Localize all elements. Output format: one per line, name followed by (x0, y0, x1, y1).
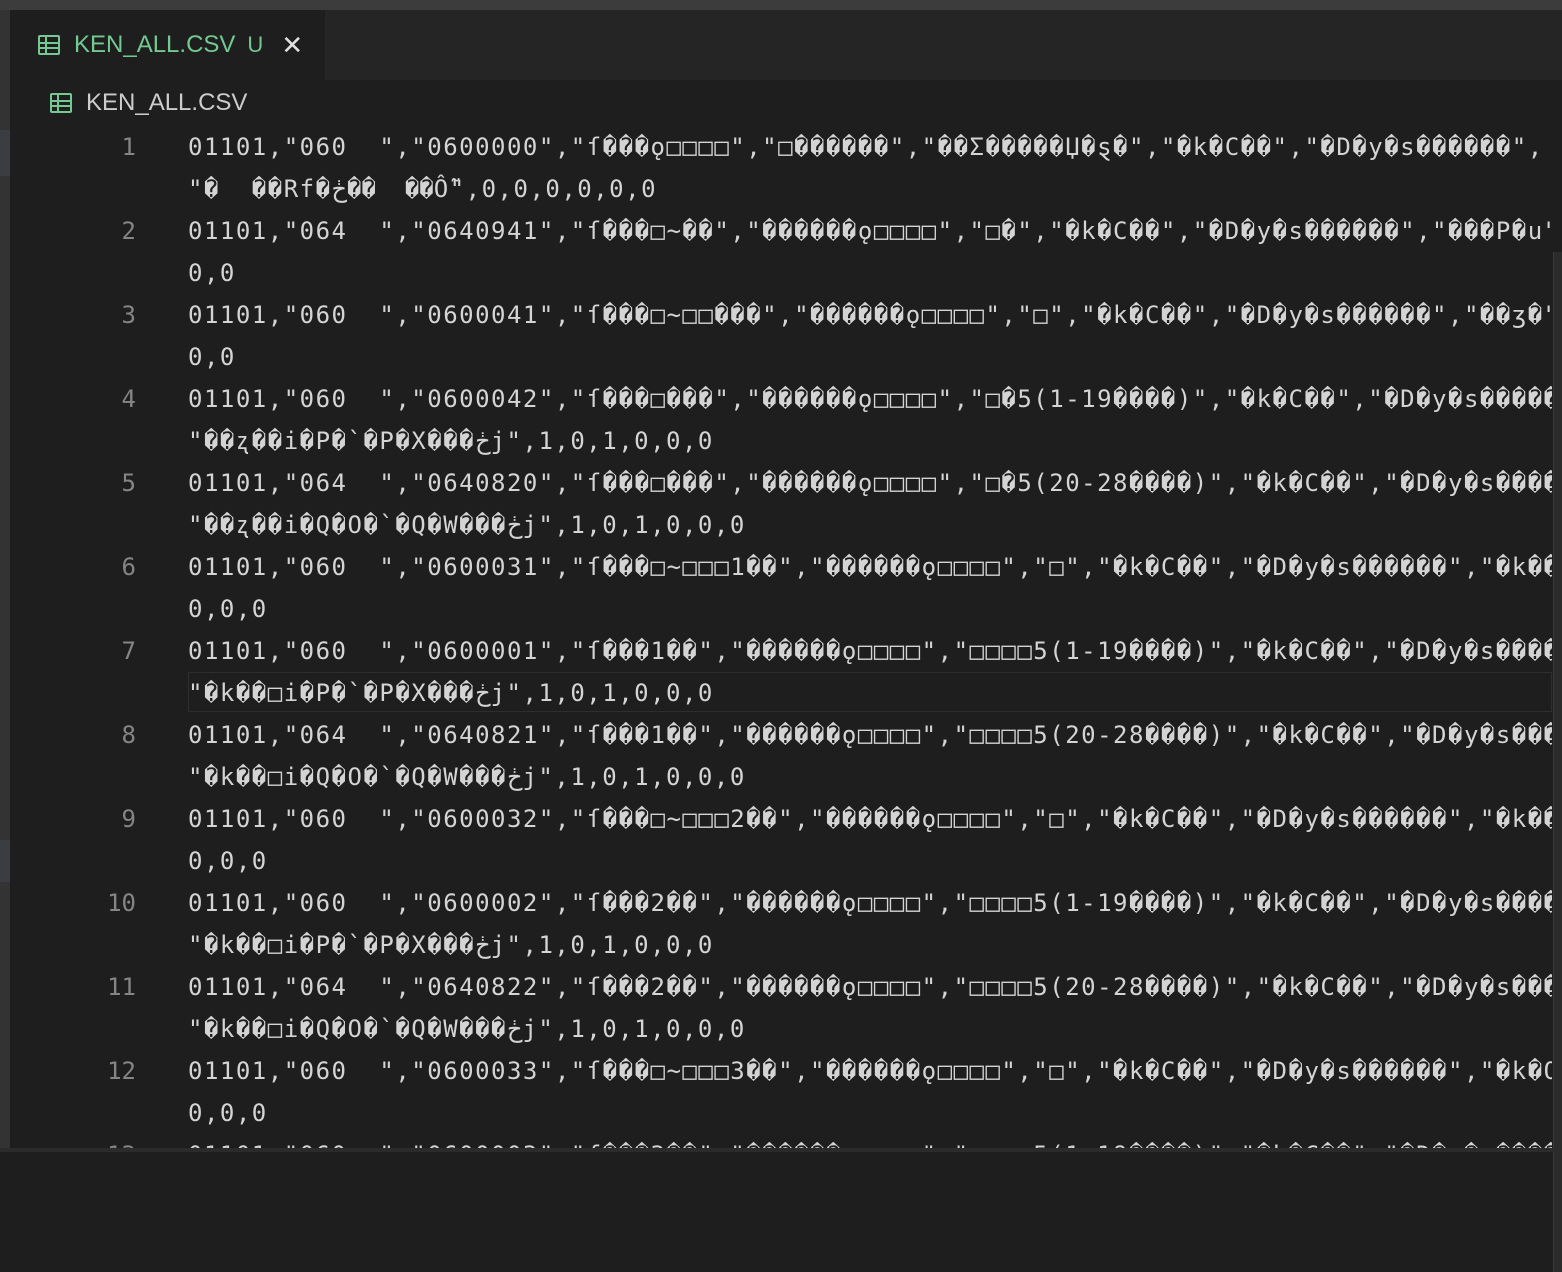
line-number: 5 (121, 469, 136, 497)
line-number: 6 (121, 553, 136, 581)
code-line: 4 01101,"060 ","0600042","ſ���□���","����… (10, 378, 1552, 462)
line-number: 2 (121, 217, 136, 245)
line-text-wrap: "�k��□i�P�`�P�X���ڂj",1,0,1,0,0,0 (188, 931, 714, 959)
tab-ken-all-csv[interactable]: KEN_ALL.CSV U ✕ (10, 10, 325, 80)
line-text[interactable]: 01101,"060 ","0600031","ſ���□~□□□1��","�… (188, 546, 1552, 630)
line-text[interactable]: 01101,"064 ","0640821","ſ���1��","������… (188, 714, 1552, 798)
line-text[interactable]: 01101,"060 ","0600032","ſ���□~□□□2��","�… (188, 798, 1552, 882)
code-line: 5 01101,"064 ","0640820","ſ���□���","����… (10, 462, 1552, 546)
line-text-main: 01101,"060 ","0600042","ſ���□���","�����… (188, 385, 1552, 413)
activity-edge (0, 10, 10, 1152)
line-text-main: 01101,"064 ","0640820","ſ���□���","�����… (188, 469, 1552, 497)
line-number: 4 (121, 385, 136, 413)
line-number: 12 (107, 1057, 136, 1085)
breadcrumb-file[interactable]: KEN_ALL.CSV (86, 89, 247, 117)
line-text-main: 01101,"060 ","0600031","ſ���□~□□□1��","�… (188, 553, 1552, 581)
line-text-main: 01101,"060 ","0600000","ſ���ǫ□□□□","□���… (188, 133, 1544, 161)
line-text-main: 01101,"064 ","0640941","ſ���□~��","�����… (188, 217, 1552, 245)
line-text-wrap: 0,0 (188, 259, 236, 287)
line-text-main: 01101,"060 ","0600033","ſ���□~□□□3��","�… (188, 1057, 1552, 1085)
code-line: 11 01101,"064 ","0640822","ſ���2��","����… (10, 966, 1552, 1050)
line-text-main: 01101,"064 ","0640821","ſ���1��","������… (188, 721, 1552, 749)
code-line: 12 01101,"060 ","0600033","ſ���□~□□□3��",… (10, 1050, 1552, 1134)
code-line: 3 01101,"060 ","0600041","ſ���□~□□���","�… (10, 294, 1552, 378)
code-editor[interactable]: 1 01101,"060 ","0600000","ſ���ǫ□□□□","□��… (10, 126, 1552, 1152)
line-text-wrap: "�k��□i�Q�O�`�Q�W���ڂj",1,0,1,0,0,0 (188, 763, 746, 791)
line-text-main: 01101,"064 ","0640822","ſ���2��","������… (188, 973, 1552, 1001)
scrollbar-thumb[interactable] (1553, 252, 1562, 1272)
line-text[interactable]: 01101,"064 ","0640822","ſ���2��","������… (188, 966, 1552, 1050)
line-text-main: 01101,"060 ","0600041","ſ���□~□□���","��… (188, 301, 1552, 329)
line-text-main: 01101,"060 ","0600001","ſ���1��","������… (188, 637, 1552, 665)
line-number: 7 (121, 637, 136, 665)
line-text-wrap: "�k��□i�Q�O�`�Q�W���ڂj",1,0,1,0,0,0 (188, 1015, 746, 1043)
untracked-badge: U (247, 32, 264, 57)
line-number: 10 (107, 889, 136, 917)
line-number: 3 (121, 301, 136, 329)
line-text[interactable]: 01101,"060 ","0600033","ſ���□~□□□3��","�… (188, 1050, 1552, 1134)
line-text-wrap: 0,0,0 (188, 1099, 268, 1127)
line-text[interactable]: 01101,"060 ","0600000","ſ���ǫ□□□□","□���… (188, 126, 1552, 210)
line-number: 1 (121, 133, 136, 161)
line-text-wrap: 0,0,0 (188, 595, 268, 623)
code-line-current: 7 01101,"060 ","0600001","ſ���1��","�����… (10, 630, 1552, 714)
code-line: 9 01101,"060 ","0600032","ſ���□~□□□2��","… (10, 798, 1552, 882)
line-text[interactable]: 01101,"064 ","0640820","ſ���□���","�����… (188, 462, 1552, 546)
close-icon[interactable]: ✕ (281, 32, 303, 58)
line-text-main: 01101,"060 ","0600002","ſ���2��","������… (188, 889, 1552, 917)
line-text-wrap: 0,0,0 (188, 847, 268, 875)
line-text[interactable]: 01101,"060 ","0600001","ſ���1��","������… (188, 630, 1552, 714)
line-text-main: 01101,"060 ","0600032","ſ���□~□□□2��","�… (188, 805, 1552, 833)
table-file-icon (38, 35, 60, 55)
line-text[interactable]: 01101,"064 ","0640941","ſ���□~��","�����… (188, 210, 1552, 294)
gutter-marker (0, 840, 10, 882)
line-text-wrap: "��ʐ��i�P�`�P�X���ڂj",1,0,1,0,0,0 (188, 427, 714, 455)
line-text-wrap: "� ��Rf�ڂ�� ��Ỗ",0,0,0,0,0,0 (188, 175, 658, 203)
code-line: 6 01101,"060 ","0600031","ſ���□~□□□1��","… (10, 546, 1552, 630)
line-text[interactable]: 01101,"060 ","0600042","ſ���□���","�����… (188, 378, 1552, 462)
gutter-marker (0, 130, 10, 176)
code-line: 1 01101,"060 ","0600000","ſ���ǫ□□□□","□��… (10, 126, 1552, 210)
table-file-icon (50, 93, 72, 113)
line-number: 11 (107, 973, 136, 1001)
line-number: 9 (121, 805, 136, 833)
code-line: 8 01101,"064 ","0640821","ſ���1��","�����… (10, 714, 1552, 798)
line-text-wrap: "�k��□i�P�`�P�X���ڂj",1,0,1,0,0,0 (188, 679, 714, 707)
title-bar (0, 0, 1562, 10)
line-text[interactable]: 01101,"060 ","0600002","ſ���2��","������… (188, 882, 1552, 966)
breadcrumb: KEN_ALL.CSV (10, 80, 1562, 126)
code-line: 2 01101,"064 ","0640941","ſ���□~��","����… (10, 210, 1552, 294)
line-number: 8 (121, 721, 136, 749)
code-line: 10 01101,"060 ","0600002","ſ���2��","����… (10, 882, 1552, 966)
line-text[interactable]: 01101,"060 ","0600041","ſ���□~□□���","��… (188, 294, 1552, 378)
tab-label: KEN_ALL.CSV (74, 31, 236, 58)
line-text-wrap: "��ʐ��i�Q�O�`�Q�W���ڂj",1,0,1,0,0,0 (188, 511, 746, 539)
horizontal-scrollbar[interactable] (0, 1148, 1562, 1152)
line-text-wrap: 0,0 (188, 343, 236, 371)
vertical-scrollbar[interactable] (1552, 126, 1562, 1272)
